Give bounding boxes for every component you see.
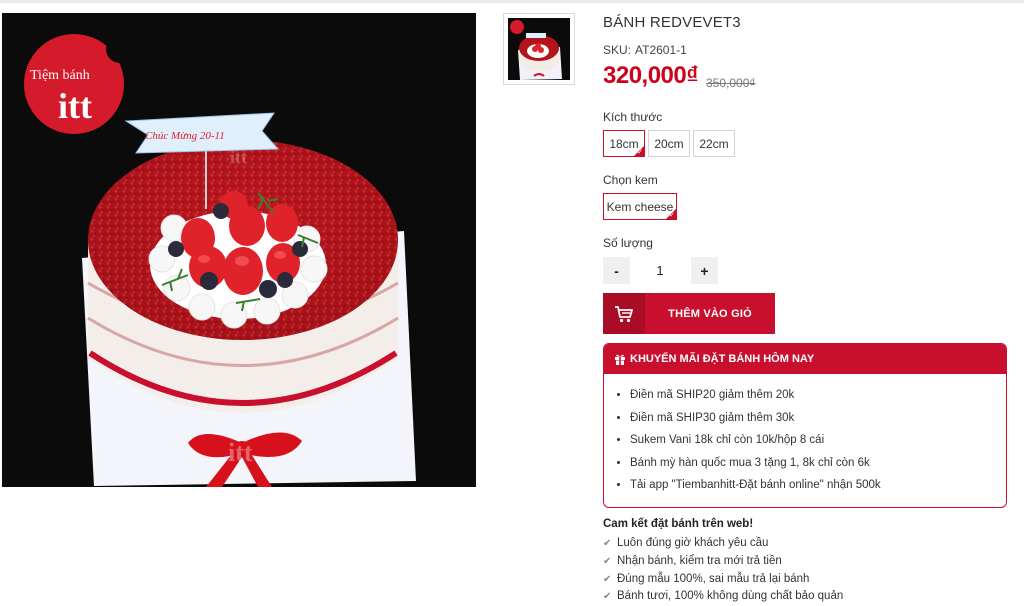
sku-label: SKU: <box>603 43 632 57</box>
commitment-item: ✔ Nhận bánh, kiểm tra mới trả tiền <box>603 553 843 571</box>
size-option-18cm[interactable]: 18cm ✓ <box>603 130 645 157</box>
size-option-20cm[interactable]: 20cm <box>648 130 690 157</box>
size-label: Kích thước <box>603 110 663 124</box>
check-icon: ✔ <box>603 555 612 567</box>
commitment-item: ✔ Bánh tươi, 100% không dùng chất bảo quả… <box>603 588 843 606</box>
product-price: 320,000₫ <box>603 62 699 89</box>
promo-item: Tải app "Tiembanhitt-Đặt bánh online" nh… <box>630 474 1006 497</box>
top-divider <box>0 0 1024 3</box>
product-title: BÁNH REDVEVET3 <box>603 14 741 31</box>
selected-check-icon: ✓ <box>669 212 675 219</box>
promo-box: KHUYẾN MÃI ĐẶT BÁNH HÔM NAY Điền mã SHIP… <box>603 343 1007 508</box>
product-thumbnail[interactable] <box>503 13 575 85</box>
commitment-item: ✔ Đúng mẫu 100%, sai mẫu trả lại bánh <box>603 571 843 589</box>
logo-line1: Tiệm bánh <box>30 68 90 83</box>
cake-illustration: Chúc Mừng 20-11 Tiệm bánh itt itt itt <box>24 34 416 487</box>
quantity-label: Số lượng <box>603 236 653 250</box>
check-icon: ✔ <box>603 573 612 585</box>
thumbnail-image <box>508 18 570 80</box>
cream-label: Chọn kem <box>603 173 658 187</box>
commitment-text: Nhận bánh, kiểm tra mới trả tiền <box>617 554 782 567</box>
commitment-text: Luôn đúng giờ khách yêu cầu <box>617 537 769 549</box>
commitment-text: Bánh tươi, 100% không dùng chất bảo quản <box>617 590 844 603</box>
promo-item: Điền mã SHIP20 giảm thêm 20k <box>630 384 1006 407</box>
commitment-item: ✔ Luôn đúng giờ khách yêu cầu <box>603 535 843 553</box>
quantity-input[interactable] <box>630 257 690 284</box>
check-icon: ✔ <box>603 538 612 549</box>
sku-value: AT2601-1 <box>635 43 687 57</box>
quantity-plus-button[interactable]: + <box>691 257 718 284</box>
cream-option-label: Kem cheese <box>606 199 674 214</box>
promo-header: KHUYẾN MÃI ĐẶT BÁNH HÔM NAY <box>604 344 1006 374</box>
gift-icon <box>614 353 626 365</box>
commitment-list: ✔ Luôn đúng giờ khách yêu cầu ✔ Nhận bánh,… <box>603 535 843 606</box>
product-sku: SKU: AT2601-1 <box>603 43 687 57</box>
size-option-22cm[interactable]: 22cm <box>693 130 735 157</box>
watermark: itt <box>228 438 253 467</box>
logo-line2: itt <box>58 86 92 126</box>
promo-item: Sukem Vani 18k chỉ còn 10k/hộp 8 cái <box>630 429 1006 452</box>
promo-title: KHUYẾN MÃI ĐẶT BÁNH HÔM NAY <box>630 353 815 365</box>
promo-list: Điền mã SHIP20 giảm thêm 20k Điền mã SHI… <box>604 374 1006 497</box>
size-option-label: 20cm <box>654 136 684 151</box>
product-main-image[interactable]: Chúc Mừng 20-11 Tiệm bánh itt itt itt <box>2 13 476 487</box>
commitment-text: Đúng mẫu 100%, sai mẫu trả lại bánh <box>617 572 810 585</box>
commitment-title: Cam kết đặt bánh trên web! <box>603 518 754 530</box>
size-option-label: 18cm <box>609 136 639 151</box>
selected-check-icon: ✓ <box>637 149 643 156</box>
cream-option-kem-cheese[interactable]: Kem cheese ✓ <box>603 193 677 220</box>
add-to-cart-label: THÊM VÀO GIỎ <box>668 307 752 320</box>
promo-item: Bánh mỳ hàn quốc mua 3 tặng 1, 8k chỉ cò… <box>630 452 1006 475</box>
quantity-minus-button[interactable]: - <box>603 257 630 284</box>
size-option-label: 22cm <box>699 136 729 151</box>
watermark-top: itt <box>230 147 247 167</box>
topper-text: Chúc Mừng 20-11 <box>145 130 225 142</box>
promo-item: Điền mã SHIP30 giảm thêm 30k <box>630 407 1006 430</box>
product-old-price: 350,000₫ <box>706 76 756 90</box>
add-to-cart-button[interactable]: THÊM VÀO GIỎ <box>603 293 775 334</box>
check-icon: ✔ <box>603 591 612 603</box>
cart-icon <box>603 293 645 334</box>
